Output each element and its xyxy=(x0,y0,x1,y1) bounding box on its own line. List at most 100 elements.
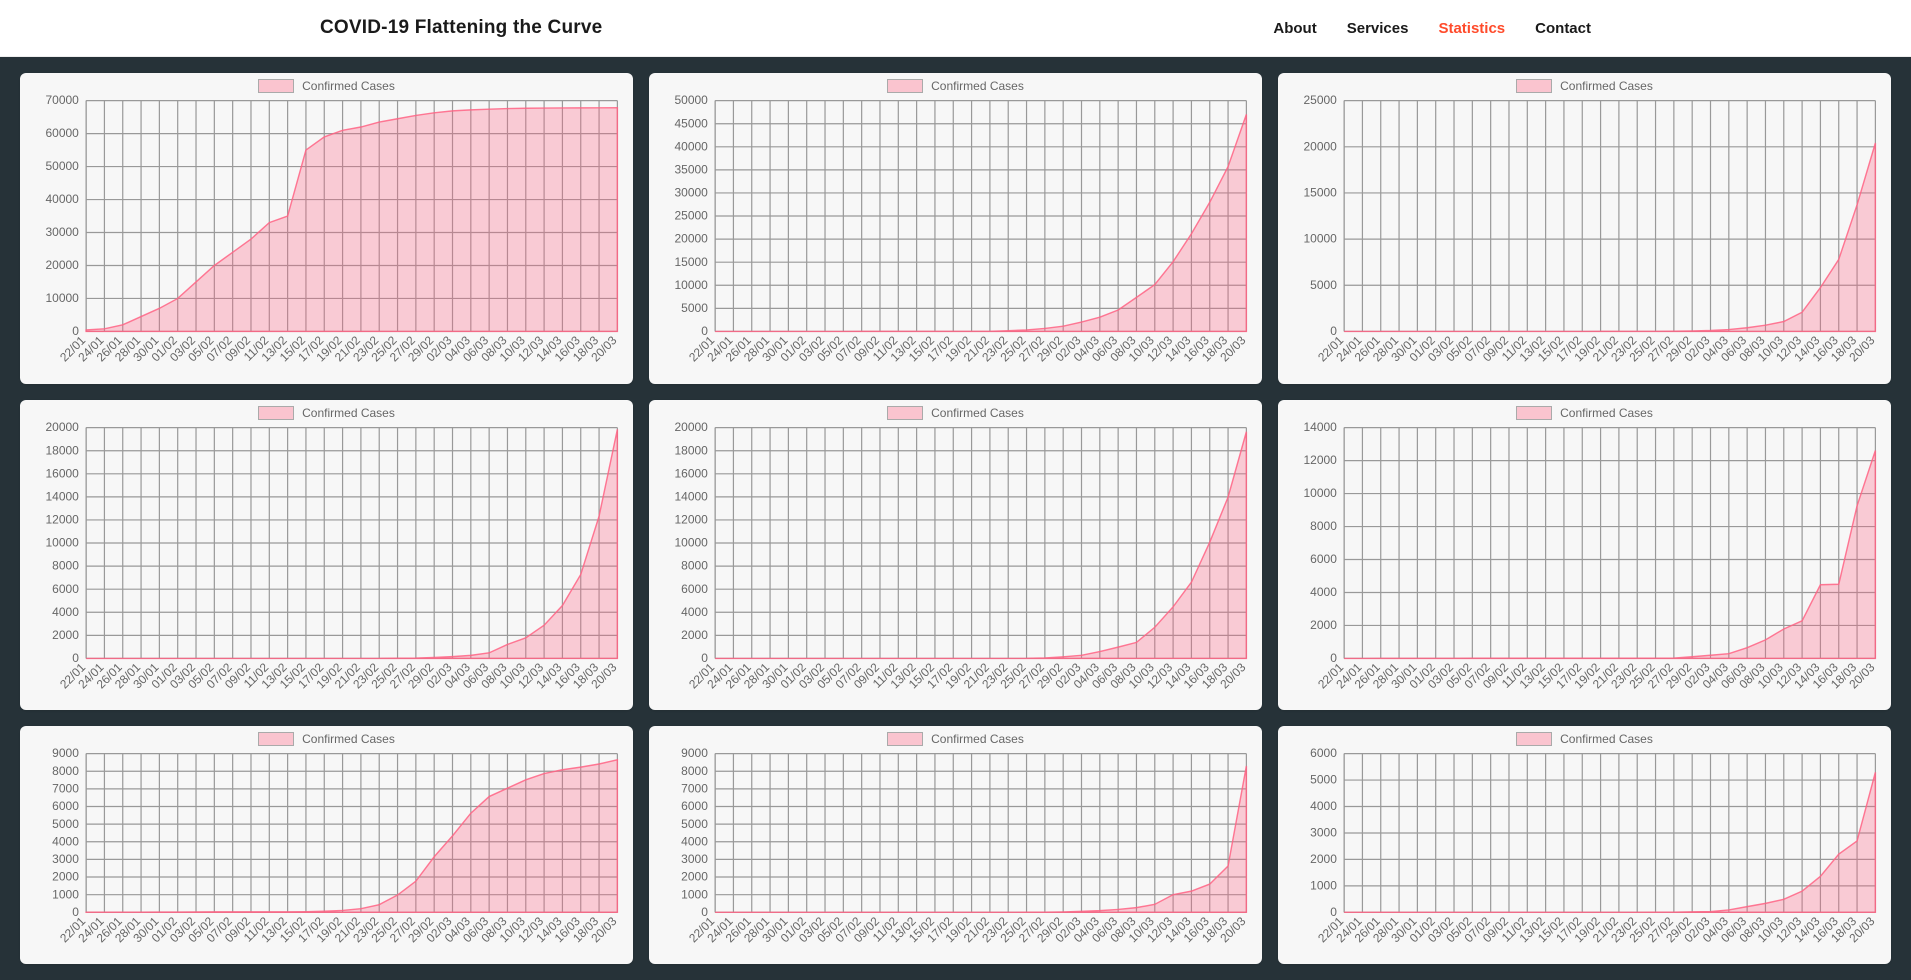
legend-swatch xyxy=(1516,406,1552,420)
legend-label: Confirmed Cases xyxy=(1560,732,1653,746)
svg-text:30000: 30000 xyxy=(674,186,708,200)
svg-text:18000: 18000 xyxy=(45,443,79,457)
area-series xyxy=(715,766,1246,912)
nav-services[interactable]: Services xyxy=(1347,20,1409,37)
svg-text:14000: 14000 xyxy=(1303,420,1337,434)
svg-text:8000: 8000 xyxy=(52,764,79,778)
svg-text:14000: 14000 xyxy=(674,489,708,503)
area-series xyxy=(1344,143,1875,331)
nav-about[interactable]: About xyxy=(1273,20,1316,37)
svg-text:1000: 1000 xyxy=(681,887,708,901)
svg-text:70000: 70000 xyxy=(45,93,79,107)
svg-text:3000: 3000 xyxy=(52,852,79,866)
svg-text:15000: 15000 xyxy=(674,255,708,269)
legend-label: Confirmed Cases xyxy=(302,406,395,420)
svg-text:1000: 1000 xyxy=(52,887,79,901)
svg-text:50000: 50000 xyxy=(45,159,79,173)
chart-card: Confirmed Cases0100002000030000400005000… xyxy=(20,73,633,384)
legend-label: Confirmed Cases xyxy=(931,79,1024,93)
svg-text:25000: 25000 xyxy=(1303,93,1337,107)
svg-text:12000: 12000 xyxy=(45,512,79,526)
svg-text:4000: 4000 xyxy=(681,604,708,618)
svg-text:60000: 60000 xyxy=(45,126,79,140)
legend-label: Confirmed Cases xyxy=(1560,79,1653,93)
chart-card: Confirmed Cases0200040006000800010000120… xyxy=(20,400,633,711)
area-series xyxy=(86,429,617,658)
svg-text:5000: 5000 xyxy=(681,301,708,315)
chart-legend: Confirmed Cases xyxy=(20,406,633,420)
svg-text:40000: 40000 xyxy=(674,139,708,153)
chart-legend: Confirmed Cases xyxy=(20,79,633,93)
svg-text:4000: 4000 xyxy=(52,834,79,848)
nav-statistics[interactable]: Statistics xyxy=(1438,20,1505,37)
chart-legend: Confirmed Cases xyxy=(1278,732,1891,746)
svg-text:10000: 10000 xyxy=(1303,486,1337,500)
chart-legend: Confirmed Cases xyxy=(1278,79,1891,93)
svg-text:2000: 2000 xyxy=(52,870,79,884)
legend-swatch xyxy=(887,406,923,420)
svg-text:14000: 14000 xyxy=(45,489,79,503)
chart-card: Confirmed Cases0200040006000800010000120… xyxy=(649,400,1262,711)
svg-text:20000: 20000 xyxy=(45,258,79,272)
legend-swatch xyxy=(1516,79,1552,93)
svg-text:10000: 10000 xyxy=(1303,232,1337,246)
chart-legend: Confirmed Cases xyxy=(649,732,1262,746)
svg-text:10000: 10000 xyxy=(674,535,708,549)
area-chart: 0200040006000800010000120001400016000180… xyxy=(26,406,627,707)
svg-text:4000: 4000 xyxy=(52,604,79,618)
legend-swatch xyxy=(258,406,294,420)
area-chart: 050001000015000200002500022/0124/0126/01… xyxy=(1284,79,1885,380)
svg-text:8000: 8000 xyxy=(52,558,79,572)
chart-legend: Confirmed Cases xyxy=(20,732,633,746)
svg-text:50000: 50000 xyxy=(674,93,708,107)
area-chart: 0200040006000800010000120001400016000180… xyxy=(655,406,1256,707)
svg-text:9000: 9000 xyxy=(52,746,79,760)
svg-text:6000: 6000 xyxy=(52,581,79,595)
chart-card: Confirmed Cases0100020003000400050006000… xyxy=(649,726,1262,964)
charts-grid: Confirmed Cases0100002000030000400005000… xyxy=(0,57,1911,980)
legend-swatch xyxy=(1516,732,1552,746)
svg-text:2000: 2000 xyxy=(681,870,708,884)
svg-text:12000: 12000 xyxy=(1303,453,1337,467)
svg-text:7000: 7000 xyxy=(681,781,708,795)
svg-text:6000: 6000 xyxy=(681,581,708,595)
area-series xyxy=(1344,450,1875,658)
legend-label: Confirmed Cases xyxy=(931,406,1024,420)
area-series xyxy=(715,431,1246,658)
svg-text:6000: 6000 xyxy=(681,799,708,813)
legend-label: Confirmed Cases xyxy=(1560,406,1653,420)
svg-text:20000: 20000 xyxy=(674,420,708,434)
svg-text:10000: 10000 xyxy=(674,278,708,292)
svg-text:6000: 6000 xyxy=(1310,552,1337,566)
chart-legend: Confirmed Cases xyxy=(1278,406,1891,420)
chart-card: Confirmed Cases0500010000150002000025000… xyxy=(1278,73,1891,384)
brand-title: COVID-19 Flattening the Curve xyxy=(320,17,602,39)
svg-text:8000: 8000 xyxy=(681,764,708,778)
svg-text:5000: 5000 xyxy=(1310,278,1337,292)
chart-card: Confirmed Cases0200040006000800010000120… xyxy=(1278,400,1891,711)
legend-label: Confirmed Cases xyxy=(302,732,395,746)
svg-text:35000: 35000 xyxy=(674,162,708,176)
svg-text:5000: 5000 xyxy=(52,817,79,831)
chart-legend: Confirmed Cases xyxy=(649,406,1262,420)
svg-text:30000: 30000 xyxy=(45,225,79,239)
svg-text:7000: 7000 xyxy=(52,781,79,795)
area-chart: 010002000300040005000600070008000900022/… xyxy=(26,732,627,960)
svg-text:20000: 20000 xyxy=(45,420,79,434)
nav-contact[interactable]: Contact xyxy=(1535,20,1591,37)
svg-text:3000: 3000 xyxy=(1310,826,1337,840)
svg-text:45000: 45000 xyxy=(674,116,708,130)
svg-text:6000: 6000 xyxy=(1310,746,1337,760)
svg-text:12000: 12000 xyxy=(674,512,708,526)
svg-text:15000: 15000 xyxy=(1303,186,1337,200)
legend-swatch xyxy=(258,79,294,93)
svg-text:16000: 16000 xyxy=(674,466,708,480)
chart-card: Confirmed Cases0100020003000400050006000… xyxy=(1278,726,1891,964)
area-chart: 010002000300040005000600070008000900022/… xyxy=(655,732,1256,960)
chart-legend: Confirmed Cases xyxy=(649,79,1262,93)
svg-text:10000: 10000 xyxy=(45,291,79,305)
svg-text:2000: 2000 xyxy=(681,627,708,641)
legend-swatch xyxy=(887,79,923,93)
chart-card: Confirmed Cases0500010000150002000025000… xyxy=(649,73,1262,384)
svg-text:6000: 6000 xyxy=(52,799,79,813)
